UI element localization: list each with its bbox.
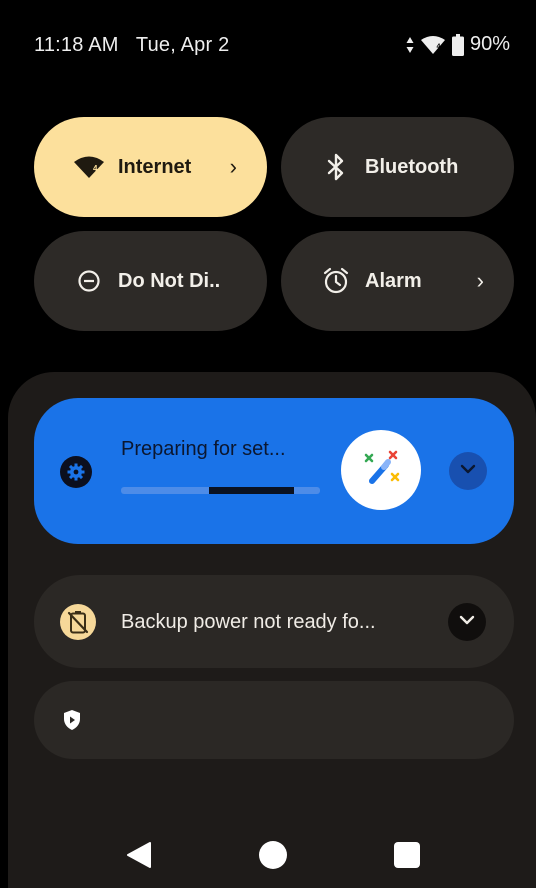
expand-setup-button[interactable]	[449, 452, 487, 490]
chevron-right-icon: ›	[476, 268, 484, 293]
bluetooth-icon	[321, 152, 351, 182]
chevron-down-icon	[458, 613, 476, 631]
internet-tile-label: Internet	[118, 155, 192, 178]
expand-backup-button[interactable]	[448, 603, 486, 641]
data-arrows-icon	[406, 36, 414, 54]
shield-notification[interactable]	[34, 681, 514, 759]
setup-notification-title: Preparing for set...	[121, 438, 286, 460]
svg-text:4: 4	[93, 164, 98, 173]
alarm-tile[interactable]: Alarm ›	[281, 231, 514, 331]
chevron-down-icon	[459, 462, 477, 480]
recents-button[interactable]	[393, 840, 421, 875]
setup-progress-indicator	[208, 487, 295, 494]
alarm-tile-label: Alarm	[365, 269, 422, 292]
status-time: 11:18 AM	[34, 34, 119, 56]
status-icons: 4 90%	[406, 33, 510, 56]
setup-progress-bar	[121, 487, 320, 494]
backup-power-notification[interactable]: Backup power not ready fo...	[34, 575, 514, 668]
battery-percent: 90%	[469, 33, 510, 55]
wifi-4-icon: 4	[420, 35, 446, 55]
bluetooth-tile-label: Bluetooth	[365, 155, 459, 178]
magic-wand-icon	[341, 430, 421, 510]
navigation-bar	[0, 800, 536, 888]
chevron-right-icon: ›	[229, 154, 237, 179]
battery-alert-icon	[60, 604, 96, 640]
do-not-disturb-tile[interactable]: Do Not Di..	[34, 231, 267, 331]
do-not-disturb-tile-label: Do Not Di..	[118, 269, 221, 292]
gear-icon	[60, 456, 92, 488]
battery-icon	[451, 33, 464, 56]
back-icon	[124, 840, 154, 875]
wifi-4-icon: 4	[74, 152, 104, 182]
svg-text:4: 4	[436, 43, 440, 50]
status-date: Tue, Apr 2	[135, 34, 230, 56]
backup-notification-text: Backup power not ready fo...	[121, 611, 376, 633]
internet-tile[interactable]: 4 Internet ›	[34, 117, 267, 217]
shield-play-icon	[64, 710, 80, 735]
do-not-disturb-icon	[74, 266, 104, 296]
back-button[interactable]	[124, 840, 154, 875]
alarm-icon	[321, 266, 351, 296]
home-icon	[258, 840, 288, 875]
home-button[interactable]	[258, 840, 288, 875]
bluetooth-tile[interactable]: Bluetooth	[281, 117, 514, 217]
status-bar: 11:18 AM Tue, Apr 2 4 90%	[0, 0, 536, 92]
setup-notification[interactable]: Preparing for set...	[34, 398, 514, 544]
recents-icon	[393, 840, 421, 875]
status-time-date: 11:18 AM Tue, Apr 2	[34, 34, 229, 57]
